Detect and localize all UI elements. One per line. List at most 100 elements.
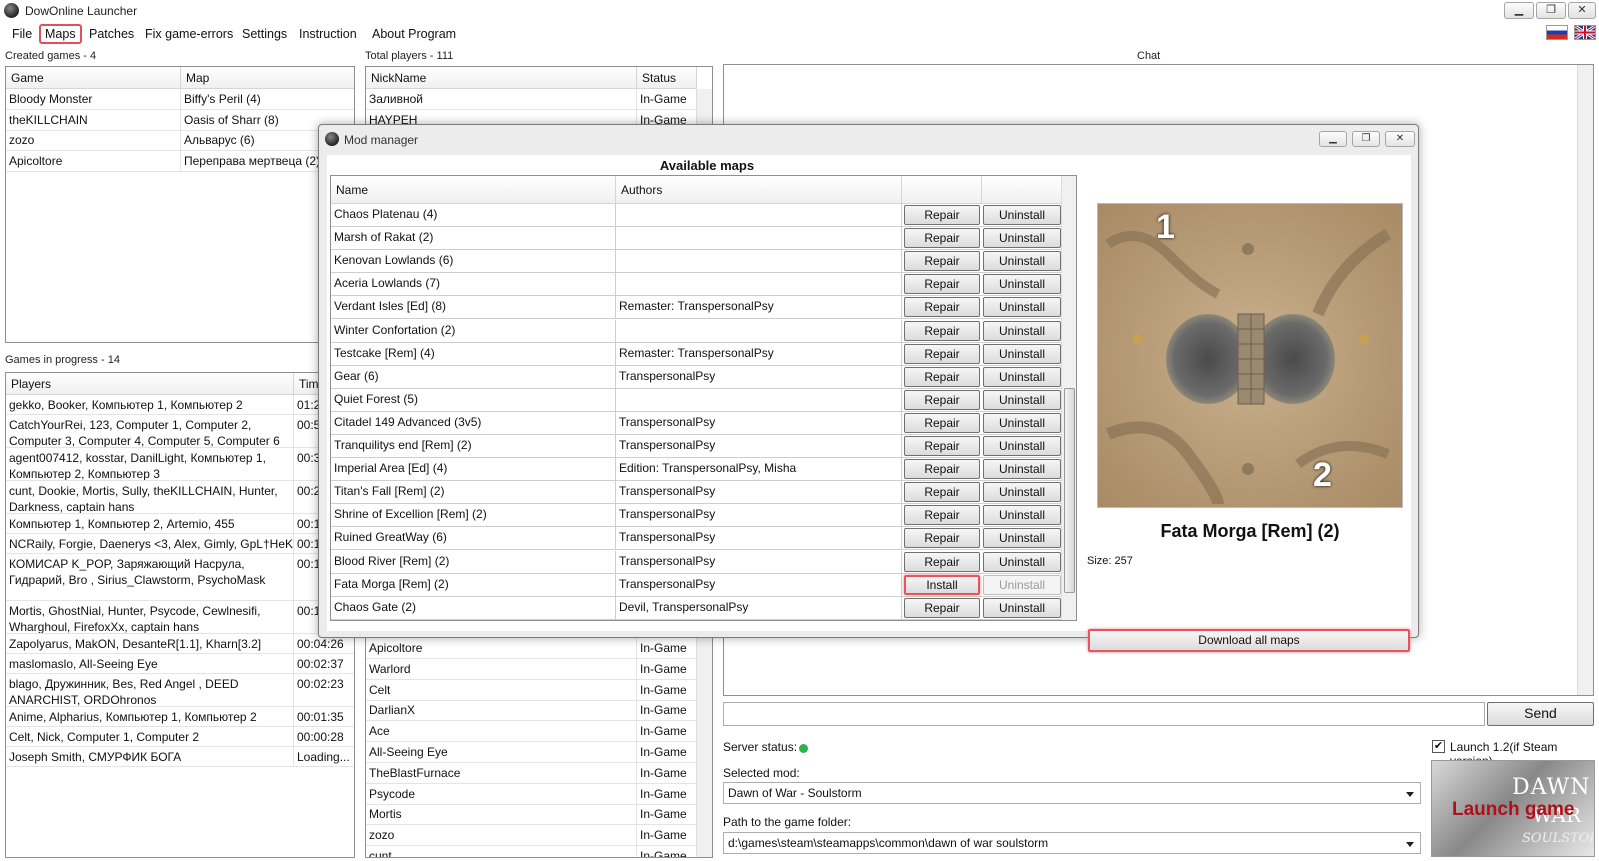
uninstall-button[interactable]: Uninstall	[983, 389, 1061, 410]
list-item[interactable]: TheBlastFurnace In-Game	[366, 762, 698, 784]
map-row[interactable]: Chaos Gate (2) Devil, TranspersonalPsy Rep…	[331, 596, 1062, 620]
repair-button[interactable]: Repair	[904, 366, 980, 387]
table-row[interactable]: NCRaily, Forgie, Daenerys <3, Alex, Giml…	[6, 534, 354, 554]
map-row[interactable]: Citadel 149 Advanced (3v5) TranspersonalP…	[331, 411, 1062, 435]
map-row[interactable]: Aceria Lowlands (7) Repair Uninstall	[331, 273, 1062, 297]
table-row[interactable]: zozo Альварус (6)	[6, 130, 354, 151]
list-item[interactable]: All-Seeing Eye In-Game	[366, 742, 698, 763]
list-item[interactable]: Заливной In-Game	[366, 89, 698, 110]
uninstall-button[interactable]: Uninstall	[983, 274, 1061, 295]
column-header-players[interactable]: Players	[6, 373, 294, 395]
column-header-map[interactable]: Map	[181, 67, 354, 89]
repair-button[interactable]: Repair	[904, 528, 980, 549]
map-row[interactable]: Titan's Fall [Rem] (2) TranspersonalPsy Re…	[331, 481, 1062, 505]
table-row[interactable]: КОМИСАР K_POP, Заряжающий Насрула, Гидра…	[6, 554, 354, 601]
repair-button[interactable]: Repair	[904, 205, 980, 225]
map-row[interactable]: Quiet Forest (5) Repair Uninstall	[331, 388, 1062, 412]
close-button[interactable]: ✕	[1568, 2, 1596, 19]
table-row[interactable]: agent007412, kosstar, DanilLight, Компью…	[6, 448, 354, 481]
minimize-button[interactable]: ▁	[1504, 2, 1534, 19]
map-row[interactable]: Testcake [Rem] (4) Remaster: Transpersona…	[331, 342, 1062, 366]
menu-settings[interactable]: Settings	[242, 27, 287, 41]
column-header-name[interactable]: Name	[331, 176, 616, 204]
menu-maps[interactable]: Maps	[39, 24, 82, 44]
uninstall-button[interactable]: Uninstall	[983, 251, 1061, 272]
chat-scrollbar[interactable]	[1577, 65, 1593, 695]
repair-button[interactable]: Repair	[904, 597, 980, 618]
modal-close-button[interactable]: ✕	[1385, 131, 1415, 147]
table-row[interactable]: Mortis, GhostNial, Hunter, Psycode, Cewl…	[6, 601, 354, 634]
repair-button[interactable]: Repair	[904, 482, 980, 503]
modal-restore-button[interactable]: ❐	[1352, 131, 1380, 147]
selected-mod-dropdown[interactable]: Dawn of War - Soulstorm	[723, 782, 1421, 804]
launch-game-button[interactable]: DAWN WAR SOULSTORM Launch game	[1431, 760, 1595, 857]
uninstall-button[interactable]: Uninstall	[983, 320, 1061, 341]
uninstall-button[interactable]: Uninstall	[983, 228, 1061, 249]
menu-file[interactable]: File	[12, 27, 32, 41]
repair-button[interactable]: Repair	[904, 228, 980, 249]
menu-instruction[interactable]: Instruction	[299, 27, 357, 41]
list-item[interactable]: Ace In-Game	[366, 721, 698, 743]
english-flag-icon[interactable]	[1574, 25, 1596, 40]
table-row[interactable]: theKILLCHAIN Oasis of Sharr (8)	[6, 109, 354, 131]
send-button[interactable]: Send	[1487, 702, 1594, 726]
map-row[interactable]: Imperial Area [Ed] (4) Edition: Transpers…	[331, 458, 1062, 482]
repair-button[interactable]: Repair	[904, 459, 980, 480]
map-row[interactable]: Winter Confortation (2) Repair Uninstall	[331, 319, 1062, 343]
map-row[interactable]: Shrine of Excellion [Rem] (2) Transperson…	[331, 504, 1062, 528]
menu-patches[interactable]: Patches	[89, 27, 134, 41]
table-row[interactable]: Компьютер 1, Компьютер 2, Artemio, 455 00…	[6, 514, 354, 534]
uninstall-button[interactable]: Uninstall	[983, 459, 1061, 480]
repair-button[interactable]: Repair	[904, 274, 980, 295]
uninstall-button[interactable]: Uninstall	[983, 574, 1061, 595]
table-row[interactable]: gekko, Booker, Компьютер 1, Компьютер 20…	[6, 395, 354, 415]
uninstall-button[interactable]: Uninstall	[983, 205, 1061, 225]
column-header-game[interactable]: Game	[6, 67, 181, 89]
column-header-status[interactable]: Status	[637, 67, 697, 89]
uninstall-button[interactable]: Uninstall	[983, 482, 1061, 503]
map-row[interactable]: Kenovan Lowlands (6) Repair Uninstall	[331, 250, 1062, 274]
table-row[interactable]: Anime, Alpharius, Компьютер 1, Компьютер…	[6, 707, 354, 727]
uninstall-button[interactable]: Uninstall	[983, 551, 1061, 572]
uninstall-button[interactable]: Uninstall	[983, 505, 1061, 526]
menu-fix-game-errors[interactable]: Fix game-errors	[145, 27, 233, 41]
uninstall-button[interactable]: Uninstall	[983, 528, 1061, 549]
map-row[interactable]: Blood River [Rem] (2) TranspersonalPsy Rep…	[331, 550, 1062, 574]
list-item[interactable]: DarlianX In-Game	[366, 700, 698, 722]
repair-button[interactable]: Repair	[904, 412, 980, 433]
maps-scrollbar[interactable]	[1061, 176, 1076, 620]
chat-input[interactable]	[723, 702, 1485, 726]
restore-button[interactable]: ❐	[1536, 2, 1566, 19]
map-row[interactable]: Marsh of Rakat (2) Repair Uninstall	[331, 227, 1062, 251]
map-row[interactable]: Verdant Isles [Ed] (8) Remaster: Transper…	[331, 296, 1062, 320]
uninstall-button[interactable]: Uninstall	[983, 597, 1061, 618]
uninstall-button[interactable]: Uninstall	[983, 436, 1061, 456]
list-item[interactable]: Apicoltore In-Game	[366, 638, 698, 659]
table-row[interactable]: Zapolyarus, MakON, DesanteR[1.1], Kharn[…	[6, 634, 354, 654]
game-path-field[interactable]: d:\games\steam\steamapps\common\dawn of …	[723, 832, 1421, 854]
table-row[interactable]: Apicoltore Переправа мертвеца (2)	[6, 150, 354, 172]
table-row[interactable]: cunt, Dookie, Mortis, Sully, theKILLCHAI…	[6, 481, 354, 514]
table-row[interactable]: Bloody Monster Biffy's Peril (4)	[6, 89, 354, 110]
list-item[interactable]: Warlord In-Game	[366, 658, 698, 680]
repair-button[interactable]: Repair	[904, 436, 980, 456]
map-row[interactable]: Gear (6) TranspersonalPsy Repair Uninstall	[331, 365, 1062, 389]
uninstall-button[interactable]: Uninstall	[983, 297, 1061, 318]
map-row[interactable]: Chaos Platenau (4) Repair Uninstall	[331, 204, 1062, 227]
menu-about-program[interactable]: About Program	[372, 27, 456, 41]
russian-flag-icon[interactable]	[1546, 25, 1568, 40]
launch-checkbox[interactable]: ✔	[1432, 740, 1445, 753]
repair-button[interactable]: Repair	[904, 389, 980, 410]
table-row[interactable]: blago, Дружинник, Bes, Red Angel , DEED …	[6, 674, 354, 707]
list-item[interactable]: cunt In-Game	[366, 846, 698, 857]
uninstall-button[interactable]: Uninstall	[983, 366, 1061, 387]
repair-button[interactable]: Repair	[904, 251, 980, 272]
repair-button[interactable]: Repair	[904, 320, 980, 341]
repair-button[interactable]: Repair	[904, 343, 980, 364]
repair-button[interactable]: Repair	[904, 551, 980, 572]
map-row[interactable]: Ruined GreatWay (6) TranspersonalPsy Repai…	[331, 527, 1062, 551]
uninstall-button[interactable]: Uninstall	[983, 412, 1061, 433]
list-item[interactable]: Psycode In-Game	[366, 783, 698, 805]
uninstall-button[interactable]: Uninstall	[983, 343, 1061, 364]
repair-button[interactable]: Repair	[904, 297, 980, 318]
